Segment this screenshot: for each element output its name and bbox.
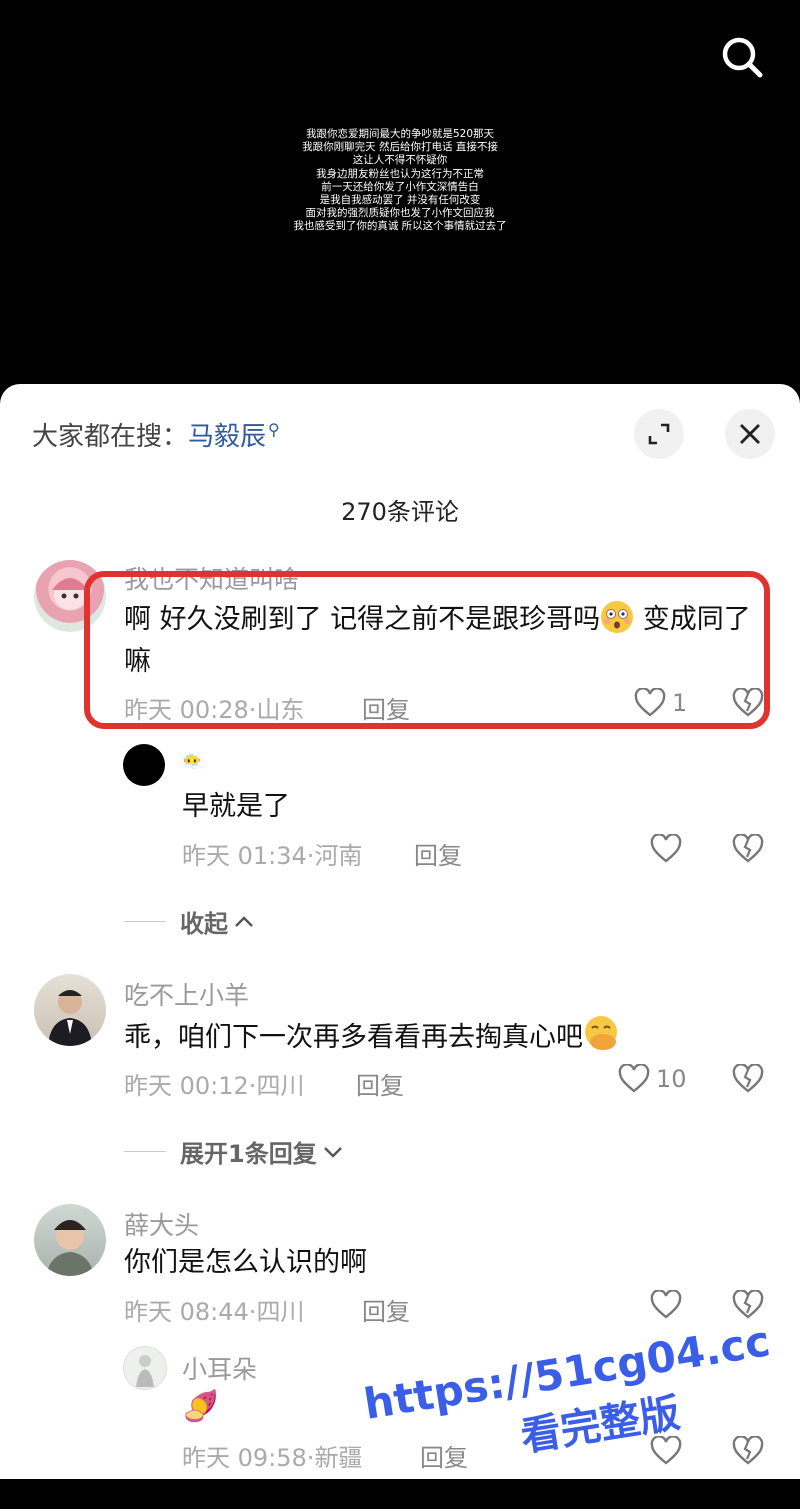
reply-meta: 昨天 01:34·河南 <box>182 842 363 870</box>
person-avatar-icon <box>136 1355 154 1387</box>
heart-icon <box>650 834 682 863</box>
hot-search-label: 大家都在搜： <box>32 422 189 452</box>
comment-time: 昨天 00:12 <box>124 1072 249 1100</box>
reply-location: 新疆 <box>314 1444 363 1472</box>
subtitle-line: 这让人不得不怀疑你 <box>352 154 448 167</box>
chevron-down-icon <box>323 1146 342 1158</box>
reply-username[interactable]: 😶‍🌫️ <box>182 752 202 771</box>
subtitle-line: 是我自我感动罢了 并没有任何改变 <box>319 194 481 207</box>
reply-username[interactable]: 小耳朵 <box>182 1350 257 1386</box>
search-button[interactable] <box>718 34 766 82</box>
broken-heart-icon <box>732 833 764 863</box>
hand-over-mouth-emoji <box>583 1014 617 1050</box>
collapse-replies-button[interactable]: 收起 <box>124 904 256 939</box>
broken-heart-icon <box>732 1063 764 1093</box>
like-button[interactable] <box>650 1290 682 1320</box>
reply-meta: 昨天 09:58·新疆 <box>182 1444 363 1472</box>
comment-text: 你们是怎么认识的啊 <box>124 1247 367 1278</box>
thread-toggle-label: 收起 <box>180 910 228 938</box>
small-search-icon: ⚲ <box>268 420 280 440</box>
comment-username[interactable]: 薛大头 <box>124 1206 199 1242</box>
expand-icon <box>648 423 670 445</box>
person-avatar-icon <box>46 1220 94 1276</box>
close-icon <box>740 424 760 444</box>
comment-meta: 昨天 08:44·四川 <box>124 1298 305 1326</box>
reply-text: 🍠 <box>182 1389 220 1424</box>
hot-search-keyword[interactable]: 马毅辰 <box>188 422 266 452</box>
reply-button[interactable]: 回复 <box>414 836 462 871</box>
expand-replies-button[interactable]: 展开1条回复 <box>124 1134 345 1169</box>
reply-avatar[interactable] <box>123 744 165 786</box>
comment-location: 四川 <box>256 1298 305 1326</box>
comment-username[interactable]: 吃不上小羊 <box>124 976 249 1012</box>
video-subtitles: 我跟你恋爱期间最大的争吵就是520那天 我跟你刚聊完天 然后给你打电话 直接不接… <box>0 128 800 234</box>
like-button[interactable] <box>650 834 682 864</box>
subtitle-line: 我跟你刚聊完天 然后给你打电话 直接不接 <box>302 141 498 154</box>
person-avatar-icon <box>48 990 92 1046</box>
reply-location: 河南 <box>314 842 363 870</box>
video-player[interactable]: 我跟你恋爱期间最大的争吵就是520那天 我跟你刚聊完天 然后给你打电话 直接不接… <box>0 0 800 400</box>
heart-icon <box>650 1290 682 1319</box>
comment-meta: 昨天 00:12·四川 <box>124 1072 305 1100</box>
chevron-up-icon <box>235 915 253 927</box>
reply-button[interactable]: 回复 <box>362 1292 410 1327</box>
subtitle-line: 我跟你恋爱期间最大的争吵就是520那天 <box>305 128 495 140</box>
reply-button[interactable]: 回复 <box>356 1066 404 1101</box>
comment-text-main: 乖，咱们下一次再多看看再去掏真心吧 <box>124 1022 583 1053</box>
avatar[interactable] <box>34 1204 106 1276</box>
like-button[interactable]: 10 <box>618 1064 687 1094</box>
comment-time: 昨天 08:44 <box>124 1298 249 1326</box>
search-icon <box>722 37 763 78</box>
hot-search-bar[interactable]: 大家都在搜：马毅辰 ⚲ <box>32 416 280 453</box>
subtitle-line: 前一天还给你发了小作文深情告白 <box>321 180 479 193</box>
heart-icon <box>618 1064 650 1093</box>
reply-avatar[interactable] <box>123 1346 167 1390</box>
reply-time: 昨天 09:58 <box>182 1444 307 1472</box>
divider <box>124 1151 166 1152</box>
like-count: 10 <box>656 1065 687 1093</box>
dislike-button[interactable] <box>732 833 764 868</box>
expand-button[interactable] <box>634 409 684 459</box>
subtitle-line: 我也感受到了你的真诚 所以这个事情就过去了 <box>293 220 507 233</box>
broken-heart-icon <box>732 1289 764 1319</box>
comment-count: 270条评论 <box>341 498 459 526</box>
comment-text: 乖，咱们下一次再多看看再去掏真心吧 <box>124 1014 764 1059</box>
dislike-button[interactable] <box>732 1063 764 1098</box>
close-button[interactable] <box>725 409 775 459</box>
comment-location: 四川 <box>256 1072 305 1100</box>
thread-toggle-label: 展开1条回复 <box>180 1140 317 1168</box>
comment-sheet: 大家都在搜：马毅辰 ⚲ 270条评论 我也不知道叫啥 啊 好久没刷到了 记得之前不… <box>0 384 800 1479</box>
avatar[interactable] <box>34 974 106 1046</box>
highlight-box <box>84 571 770 729</box>
subtitle-line: 面对我的强烈质疑你也发了小作文回应我 <box>305 207 495 220</box>
subtitle-line: 我身边朋友粉丝也认为这行为不正常 <box>316 167 484 180</box>
reply-time: 昨天 01:34 <box>182 842 307 870</box>
reply-text: 早就是了 <box>182 791 290 822</box>
divider <box>124 921 166 922</box>
